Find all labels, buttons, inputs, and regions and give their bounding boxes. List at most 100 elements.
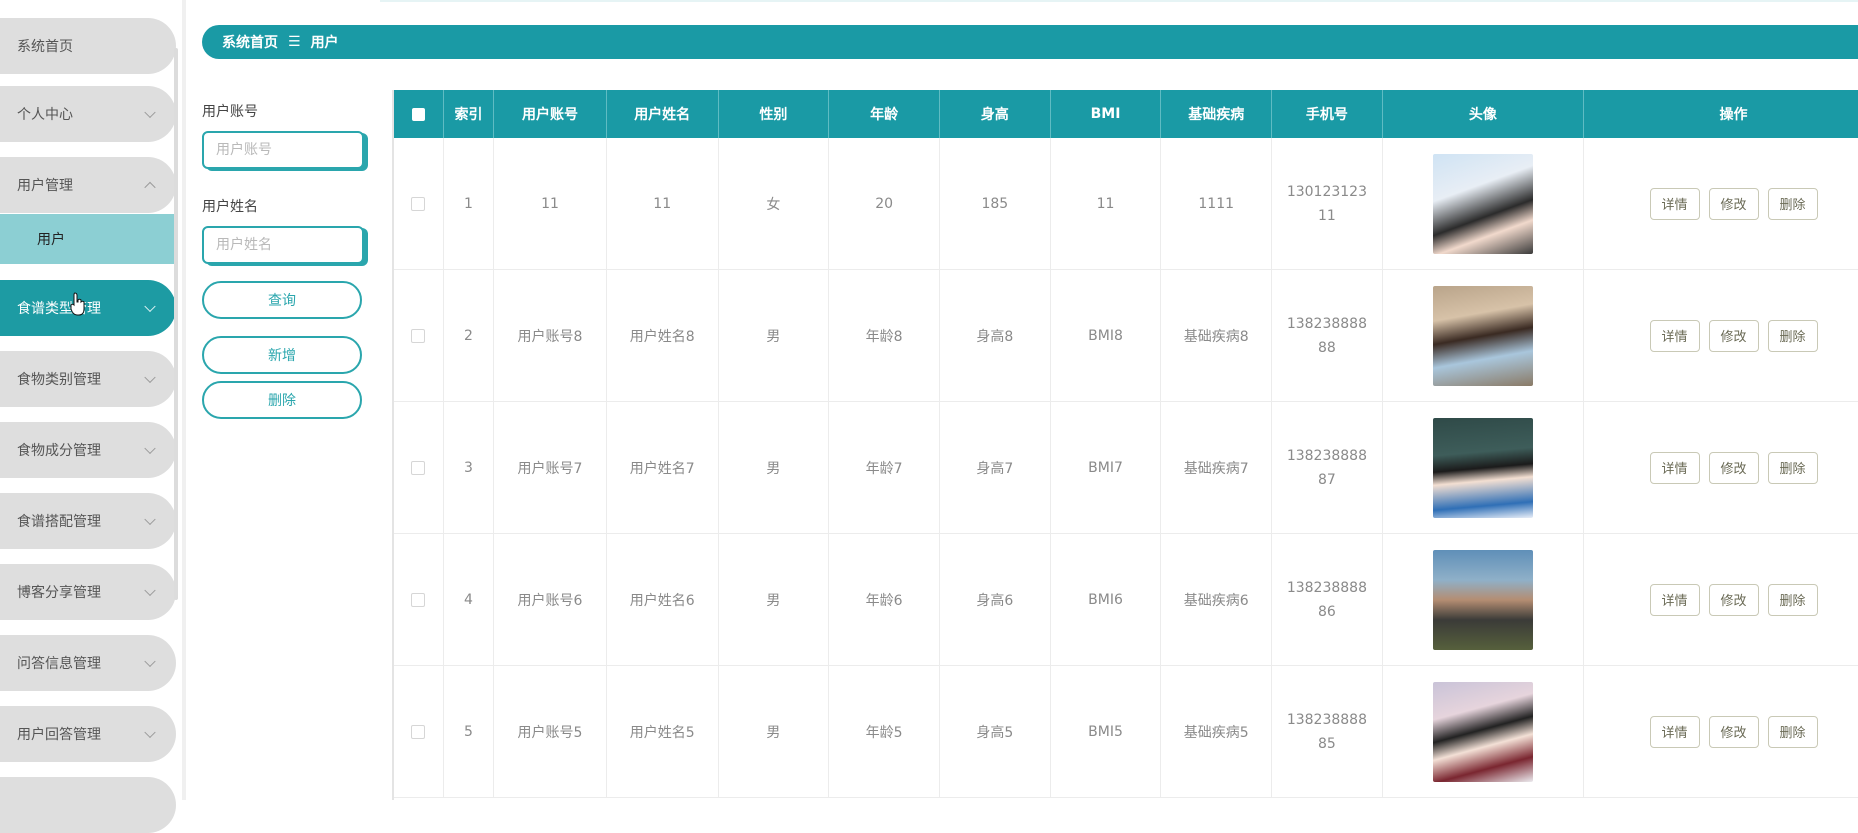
account-cell: 用户账号8 bbox=[493, 269, 607, 402]
select-all-checkbox[interactable] bbox=[411, 107, 425, 121]
row-checkbox[interactable] bbox=[411, 328, 426, 343]
disease-cell: 基础疾病8 bbox=[1160, 269, 1273, 402]
column-header: 身高 bbox=[939, 90, 1051, 138]
delete-button[interactable]: 删除 bbox=[202, 381, 362, 419]
phone-cell: 13823888888 bbox=[1271, 269, 1383, 402]
height-cell: 185 bbox=[939, 138, 1051, 270]
sidebar-item-label: 系统首页 bbox=[17, 39, 73, 55]
sidebar-item-label: 博客分享管理 bbox=[17, 585, 101, 601]
name-cell: 用户姓名7 bbox=[606, 401, 719, 534]
phone-text: 13823888885 bbox=[1286, 711, 1367, 752]
chevron-up-icon bbox=[144, 181, 156, 194]
actions-cell: 详情 修改 删除 bbox=[1583, 665, 1858, 798]
name-search-input[interactable] bbox=[202, 226, 364, 264]
column-header: 年龄 bbox=[828, 90, 940, 138]
sidebar-item-food-ingredient[interactable]: 食物成分管理 bbox=[0, 422, 176, 478]
avatar-cell bbox=[1382, 269, 1585, 402]
name-cell: 用户姓名5 bbox=[606, 665, 719, 798]
row-checkbox[interactable] bbox=[411, 592, 426, 607]
name-label: 用户姓名 bbox=[202, 199, 258, 215]
select-all-header[interactable] bbox=[394, 90, 444, 138]
avatar bbox=[1432, 153, 1533, 254]
row-delete-button[interactable]: 删除 bbox=[1767, 715, 1818, 748]
row-delete-button[interactable]: 删除 bbox=[1767, 451, 1818, 484]
edit-button[interactable]: 修改 bbox=[1708, 715, 1759, 748]
sidebar-item-blog-share[interactable]: 博客分享管理 bbox=[0, 564, 176, 620]
sidebar-scrollbar[interactable] bbox=[174, 48, 178, 600]
age-cell: 年龄7 bbox=[828, 401, 940, 534]
edit-button[interactable]: 修改 bbox=[1708, 451, 1759, 484]
account-search-input[interactable] bbox=[202, 131, 364, 169]
edit-button[interactable]: 修改 bbox=[1708, 319, 1759, 352]
actions-cell: 详情 修改 删除 bbox=[1583, 533, 1858, 666]
sidebar-item-recipe-pairing[interactable]: 食谱搭配管理 bbox=[0, 493, 176, 549]
avatar-cell bbox=[1382, 138, 1585, 270]
column-header: 用户账号 bbox=[493, 90, 607, 138]
sidebar-item-more[interactable] bbox=[0, 777, 176, 833]
disease-cell: 基础疾病7 bbox=[1160, 401, 1273, 534]
chevron-down-icon bbox=[144, 726, 156, 739]
row-delete-button[interactable]: 删除 bbox=[1767, 583, 1818, 616]
actions-cell: 详情 修改 删除 bbox=[1583, 269, 1858, 402]
column-header: 操作 bbox=[1583, 90, 1858, 138]
add-button[interactable]: 新增 bbox=[202, 336, 362, 374]
table-row: 4 用户账号6 用户姓名6 男 年龄6 身高6 BMI6 基础疾病6 13823… bbox=[394, 533, 1858, 666]
height-cell: 身高5 bbox=[939, 665, 1051, 798]
column-header: 手机号 bbox=[1271, 90, 1383, 138]
index-cell: 1 bbox=[443, 138, 495, 270]
avatar-cell bbox=[1382, 665, 1585, 798]
index-cell: 3 bbox=[443, 401, 495, 534]
disease-cell: 基础疾病5 bbox=[1160, 665, 1273, 798]
query-button[interactable]: 查询 bbox=[202, 281, 362, 319]
column-header: 索引 bbox=[443, 90, 495, 138]
sidebar-item-qa-info[interactable]: 问答信息管理 bbox=[0, 635, 176, 691]
index-cell: 2 bbox=[443, 269, 495, 402]
row-delete-button[interactable]: 删除 bbox=[1767, 319, 1818, 352]
row-select-cell[interactable] bbox=[394, 138, 444, 270]
chevron-down-icon bbox=[144, 106, 156, 119]
detail-button[interactable]: 详情 bbox=[1649, 187, 1700, 220]
breadcrumb-home[interactable]: 系统首页 bbox=[222, 32, 278, 52]
edit-button[interactable]: 修改 bbox=[1708, 583, 1759, 616]
sidebar: 系统首页 个人中心 用户管理 用户 食谱类型管理 食物类别管理 食物成分管理 食… bbox=[0, 0, 182, 833]
chevron-down-icon bbox=[144, 513, 156, 526]
row-checkbox[interactable] bbox=[411, 460, 426, 475]
sidebar-item-label: 食物成分管理 bbox=[17, 443, 101, 459]
detail-button[interactable]: 详情 bbox=[1649, 715, 1700, 748]
row-checkbox[interactable] bbox=[411, 196, 426, 211]
sidebar-item-home[interactable]: 系统首页 bbox=[0, 18, 176, 74]
name-cell: 用户姓名6 bbox=[606, 533, 719, 666]
index-cell: 5 bbox=[443, 665, 495, 798]
gender-cell: 男 bbox=[718, 401, 830, 534]
table-row: 3 用户账号7 用户姓名7 男 年龄7 身高7 BMI7 基础疾病7 13823… bbox=[394, 401, 1858, 534]
detail-button[interactable]: 详情 bbox=[1649, 319, 1700, 352]
row-checkbox[interactable] bbox=[411, 724, 426, 739]
chevron-down-icon bbox=[144, 584, 156, 597]
sidebar-item-label: 食物类别管理 bbox=[17, 372, 101, 388]
sidebar-subitem-user[interactable]: 用户 bbox=[0, 214, 176, 264]
edit-button[interactable]: 修改 bbox=[1708, 187, 1759, 220]
chevron-down-icon bbox=[144, 442, 156, 455]
avatar bbox=[1432, 417, 1533, 518]
sidebar-item-label: 个人中心 bbox=[17, 107, 73, 123]
sidebar-item-label: 用户回答管理 bbox=[17, 727, 101, 743]
column-header: 性别 bbox=[718, 90, 830, 138]
sidebar-item-food-category[interactable]: 食物类别管理 bbox=[0, 351, 176, 407]
bmi-cell: BMI8 bbox=[1050, 269, 1162, 402]
disease-cell: 1111 bbox=[1160, 138, 1273, 270]
row-select-cell[interactable] bbox=[394, 269, 444, 402]
row-select-cell[interactable] bbox=[394, 401, 444, 534]
breadcrumb-current: 用户 bbox=[310, 35, 339, 51]
row-delete-button[interactable]: 删除 bbox=[1767, 187, 1818, 220]
sidebar-item-recipe-type[interactable]: 食谱类型管理 bbox=[0, 280, 176, 336]
account-cell: 用户账号7 bbox=[493, 401, 607, 534]
detail-button[interactable]: 详情 bbox=[1649, 583, 1700, 616]
detail-button[interactable]: 详情 bbox=[1649, 451, 1700, 484]
row-select-cell[interactable] bbox=[394, 665, 444, 798]
sidebar-item-user-management[interactable]: 用户管理 bbox=[0, 157, 176, 213]
sidebar-item-profile[interactable]: 个人中心 bbox=[0, 86, 176, 142]
row-select-cell[interactable] bbox=[394, 533, 444, 666]
sidebar-item-user-answer[interactable]: 用户回答管理 bbox=[0, 706, 176, 762]
phone-cell: 13823888885 bbox=[1271, 665, 1383, 798]
name-cell: 用户姓名8 bbox=[606, 269, 719, 402]
